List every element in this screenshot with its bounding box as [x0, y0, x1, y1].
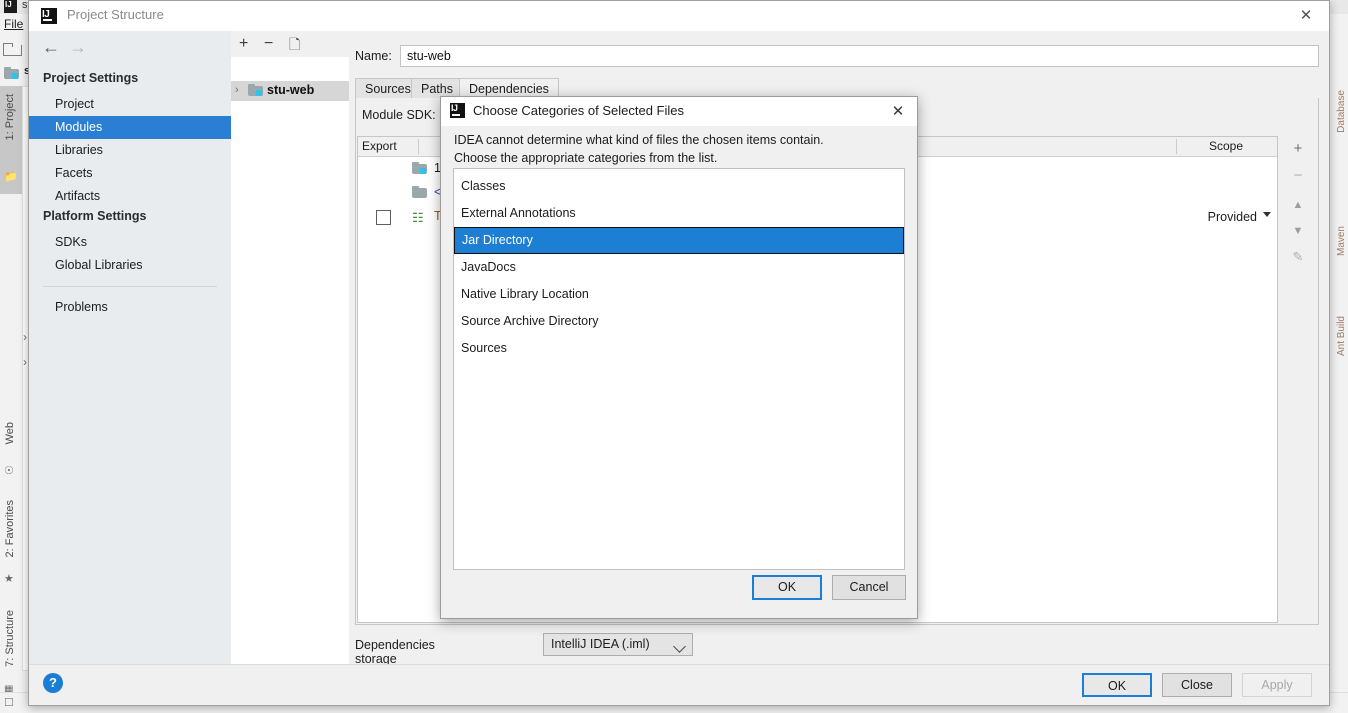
sidebar-item-global-libraries[interactable]: Global Libraries	[29, 254, 231, 277]
list-item-native-library-location[interactable]: Native Library Location	[454, 281, 904, 308]
column-header-export: Export	[362, 139, 397, 153]
name-label: Name:	[355, 49, 392, 63]
module-folder-icon	[248, 84, 263, 99]
globe-icon: ☉	[4, 465, 14, 477]
tab-dependencies[interactable]: Dependencies	[459, 78, 559, 98]
copy-module-icon[interactable]: 🗋	[289, 35, 300, 53]
module-name-input[interactable]	[400, 45, 1319, 67]
list-item-source-archive-directory[interactable]: Source Archive Directory	[454, 308, 904, 335]
list-item-jar-directory[interactable]: Jar Directory	[454, 227, 904, 254]
sidebar-nav-row: ← →	[29, 37, 231, 63]
project-folder-icon	[4, 67, 19, 79]
tool-button-project[interactable]: 1: Project 📁	[0, 86, 22, 194]
remove-dependency-button[interactable]: −	[1279, 163, 1317, 189]
project-structure-title-bar: Project Structure ✕	[29, 1, 1329, 31]
help-button[interactable]: ?	[43, 673, 63, 693]
chevron-down-icon	[673, 640, 686, 653]
close-button[interactable]: Close	[1162, 673, 1232, 697]
folder-icon: 📁	[4, 171, 18, 183]
tool-button-ant[interactable]: Ant Build	[1336, 316, 1347, 356]
intellij-logo-icon	[41, 8, 57, 24]
sidebar-divider	[43, 286, 217, 287]
modules-toolbar: + − 🗋	[231, 31, 349, 57]
header-divider	[418, 139, 419, 154]
library-icon: ☷	[412, 210, 424, 225]
ok-button[interactable]: OK	[1082, 673, 1152, 697]
move-up-button[interactable]: ▲	[1279, 192, 1317, 218]
right-tool-window-strip[interactable]: Database Maven Ant Build	[1327, 86, 1348, 671]
jdk-icon	[412, 162, 427, 177]
open-folder-icon[interactable]	[3, 42, 22, 56]
intellij-logo-icon	[450, 103, 465, 118]
sidebar-item-modules[interactable]: Modules	[29, 116, 231, 139]
sidebar-item-problems[interactable]: Problems	[29, 296, 231, 319]
chevron-down-icon[interactable]	[1263, 212, 1271, 217]
menu-item-file[interactable]: File	[4, 17, 23, 31]
list-item-classes[interactable]: Classes	[454, 173, 904, 200]
edit-pencil-icon[interactable]: ✎	[1279, 244, 1317, 270]
sidebar-item-facets[interactable]: Facets	[29, 162, 231, 185]
star-icon: ★	[4, 573, 14, 585]
tab-paths[interactable]: Paths	[411, 78, 463, 98]
dialog-title: Choose Categories of Selected Files	[473, 103, 685, 118]
export-checkbox[interactable]	[376, 210, 391, 225]
dialog-title-bar: Choose Categories of Selected Files ✕	[441, 97, 917, 126]
list-item-external-annotations[interactable]: External Annotations	[454, 200, 904, 227]
add-dependency-button[interactable]: +	[1279, 136, 1317, 162]
dialog-ok-button[interactable]: OK	[752, 575, 822, 600]
remove-module-button[interactable]: −	[264, 35, 273, 53]
project-structure-sidebar: ← → Project Settings Project Modules Lib…	[29, 31, 231, 665]
dialog-cancel-button[interactable]: Cancel	[832, 575, 906, 600]
sidebar-item-sdks[interactable]: SDKs	[29, 231, 231, 254]
storage-format-value: IntelliJ IDEA (.iml)	[551, 637, 650, 651]
tool-button-database[interactable]: Database	[1336, 90, 1347, 133]
sidebar-item-artifacts[interactable]: Artifacts	[29, 185, 231, 208]
tool-button-web[interactable]: Web ☉	[0, 416, 22, 494]
dependencies-side-buttons: + − ▲ ▼ ✎	[1279, 136, 1317, 623]
module-name-row: Name:	[355, 45, 1319, 69]
list-item-sources[interactable]: Sources	[454, 335, 904, 362]
apply-button: Apply	[1242, 673, 1312, 697]
tool-button-maven[interactable]: Maven	[1336, 226, 1347, 256]
module-list-item-label: stu-web	[267, 83, 315, 97]
add-module-button[interactable]: +	[239, 35, 248, 53]
choose-categories-dialog: Choose Categories of Selected Files ✕ ID…	[440, 96, 918, 619]
categories-list[interactable]: Classes External Annotations Jar Directo…	[453, 168, 905, 570]
project-structure-title: Project Structure	[67, 7, 164, 22]
sidebar-group-platform-settings: Platform Settings	[43, 209, 147, 223]
dialog-message-line-2: Choose the appropriate categories from t…	[454, 151, 718, 165]
sidebar-item-project[interactable]: Project	[29, 93, 231, 116]
close-icon[interactable]: ✕	[1283, 1, 1329, 31]
status-icon: ☐	[4, 697, 14, 709]
module-list-item-stu-web[interactable]: › stu-web	[231, 81, 349, 101]
dialog-message-line-1: IDEA cannot determine what kind of files…	[454, 133, 824, 147]
move-down-button[interactable]: ▼	[1279, 218, 1317, 244]
module-sdk-label: Module SDK:	[362, 108, 436, 122]
chevron-right-icon[interactable]: ›	[235, 84, 239, 96]
storage-format-select[interactable]: IntelliJ IDEA (.iml)	[543, 633, 693, 656]
column-header-scope: Scope	[1208, 139, 1243, 153]
modules-list-panel: + − 🗋 › stu-web	[231, 31, 350, 665]
project-structure-footer: ? OK Close Apply	[29, 664, 1329, 705]
sidebar-item-libraries[interactable]: Libraries	[29, 139, 231, 162]
close-icon[interactable]: ✕	[879, 97, 917, 126]
left-tool-window-strip[interactable]: 1: Project 📁 Web ☉ 2: Favorites ★ 7: Str…	[0, 86, 23, 695]
sidebar-group-project-settings: Project Settings	[43, 71, 139, 85]
scope-value[interactable]: Provided	[1208, 210, 1257, 224]
back-arrow-icon[interactable]: ←	[42, 37, 60, 58]
module-source-icon	[412, 186, 427, 201]
list-item-javadocs[interactable]: JavaDocs	[454, 254, 904, 281]
bg-expander-2-icon[interactable]: ›	[23, 355, 27, 369]
intellij-logo-icon	[4, 0, 17, 13]
header-divider-2	[1176, 139, 1177, 154]
tool-button-favorites[interactable]: 2: Favorites ★	[0, 494, 22, 604]
bg-expander-1-icon[interactable]: ›	[23, 330, 27, 344]
forward-arrow-icon[interactable]: →	[69, 37, 87, 58]
